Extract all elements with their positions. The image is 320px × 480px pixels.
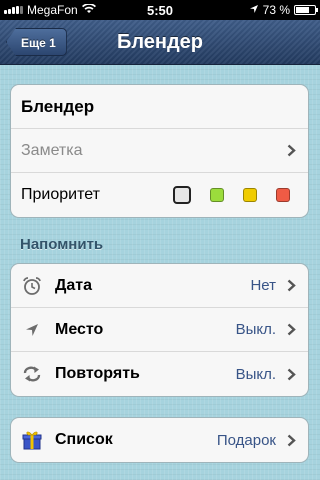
list-group: Список Подарок <box>10 417 309 463</box>
task-title[interactable]: Блендер <box>21 97 94 117</box>
note-placeholder: Заметка <box>21 141 83 159</box>
repeat-value: Выкл. <box>235 365 276 383</box>
chevron-right-icon <box>284 323 298 337</box>
back-button[interactable]: Еще 1 <box>6 28 67 56</box>
alarm-clock-icon <box>21 275 43 297</box>
location-arrow-icon <box>21 319 43 341</box>
battery-fill <box>296 7 309 13</box>
priority-medium-swatch[interactable] <box>243 188 257 202</box>
wifi-icon <box>81 3 96 17</box>
repeat-label: Повторять <box>55 365 140 382</box>
date-value: Нет <box>250 277 276 294</box>
location-label: Место <box>55 320 104 338</box>
location-services-icon <box>249 3 259 17</box>
chevron-right-icon <box>284 279 298 293</box>
location-value: Выкл. <box>235 321 276 338</box>
priority-row: Приоритет <box>11 173 308 217</box>
date-row[interactable]: Дата Нет <box>11 264 308 308</box>
carrier-name: MegaFon <box>27 3 78 17</box>
list-label: Список <box>55 431 113 448</box>
repeat-icon <box>21 363 43 385</box>
priority-selector <box>173 186 290 204</box>
date-label: Дата <box>55 276 93 294</box>
location-row[interactable]: Место Выкл. <box>11 308 308 352</box>
priority-label: Приоритет <box>21 186 100 203</box>
battery-icon <box>294 5 318 15</box>
note-row[interactable]: Заметка <box>11 129 308 173</box>
priority-high-swatch[interactable] <box>276 188 290 202</box>
gift-icon <box>21 429 43 451</box>
status-bar: MegaFon 5:50 73 % <box>0 0 320 20</box>
chevron-right-icon <box>284 144 298 158</box>
page-title: Блендер <box>116 31 204 53</box>
priority-low-swatch[interactable] <box>210 188 224 202</box>
task-title-row[interactable]: Блендер <box>11 85 308 129</box>
list-value: Подарок <box>216 431 276 449</box>
task-details-group: Блендер Заметка Приоритет <box>10 84 309 218</box>
priority-none-swatch[interactable] <box>173 186 191 204</box>
signal-icon <box>4 6 23 14</box>
chevron-right-icon <box>284 433 298 447</box>
remind-section-header: Напомнить <box>20 236 104 253</box>
remind-group: Дата Нет Место Выкл. Повторять Выкл. <box>10 263 309 397</box>
chevron-right-icon <box>284 367 298 381</box>
navigation-bar: Еще 1 Блендер <box>0 20 320 65</box>
list-row[interactable]: Список Подарок <box>11 418 308 462</box>
repeat-row[interactable]: Повторять Выкл. <box>11 352 308 396</box>
battery-percent: 73 % <box>262 3 290 17</box>
